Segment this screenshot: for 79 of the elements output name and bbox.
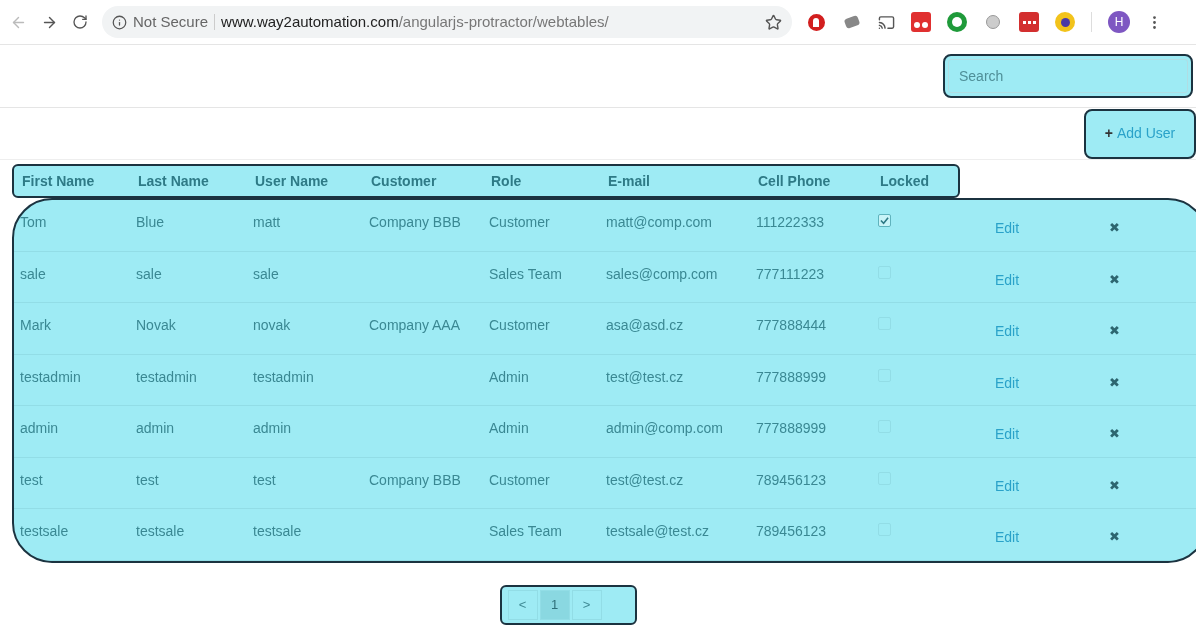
previous-page-button[interactable]: < xyxy=(507,589,538,620)
table-cell: Sales Team xyxy=(489,265,562,282)
table-cell: test@test.cz xyxy=(606,368,684,385)
locked-checkbox[interactable] xyxy=(878,214,891,227)
table-cell: Customer xyxy=(489,471,550,488)
search-field[interactable]: Search xyxy=(948,59,1188,93)
table-cell: test xyxy=(136,471,159,488)
table-cell: admin xyxy=(20,420,59,436)
table-cell: Mark xyxy=(20,317,52,333)
table-cell: sales@comp.com xyxy=(606,265,718,282)
table-cell: Company BBB xyxy=(369,471,461,488)
table-cell: 777888444 xyxy=(756,317,827,333)
table-cell: admin xyxy=(253,420,292,436)
column-header: Last Name xyxy=(138,171,210,191)
table-cell: sale xyxy=(20,265,46,282)
table-cell: Admin xyxy=(489,368,529,385)
table-cell: matt@comp.com xyxy=(606,214,712,230)
table-cell: Customer xyxy=(489,317,550,333)
info-icon xyxy=(112,14,127,30)
table-cell: test@test.cz xyxy=(606,471,684,488)
table-cell: testadmin xyxy=(136,368,197,385)
table-cell: sale xyxy=(253,265,279,282)
next-page-button[interactable]: > xyxy=(571,589,602,620)
table-cell: 777111223 xyxy=(756,265,824,282)
table-cell: Tom xyxy=(20,214,47,230)
dots-icon[interactable] xyxy=(1019,12,1039,32)
table-cell: Novak xyxy=(136,317,176,333)
table-cell: Blue xyxy=(136,214,165,230)
column-header: Locked xyxy=(880,171,930,191)
table-cell: matt xyxy=(253,214,281,230)
table-cell: sale xyxy=(136,265,162,282)
table-cell: admin@comp.com xyxy=(606,420,723,436)
check-icon xyxy=(880,216,889,225)
squares-icon[interactable] xyxy=(911,12,931,32)
column-header: Role xyxy=(491,171,523,191)
column-header: E-mail xyxy=(608,171,651,191)
address-bar[interactable]: Not Secure www.way2automation.com/angularjs-protractor/webtables/ xyxy=(102,6,792,38)
delete-button[interactable]: ✖ xyxy=(1109,269,1120,289)
table-cell: testsale xyxy=(20,523,69,539)
page-button[interactable]: 1 xyxy=(539,589,570,620)
table-cell: 111222333 xyxy=(756,214,824,230)
delete-button[interactable]: ✖ xyxy=(1109,475,1120,495)
table-cell: novak xyxy=(253,317,291,333)
table-cell: admin xyxy=(136,420,175,436)
column-header: User Name xyxy=(255,171,330,191)
column-header: Customer xyxy=(371,171,438,191)
delete-button[interactable]: ✖ xyxy=(1109,527,1120,547)
bookmark-star-icon[interactable] xyxy=(765,13,782,31)
profile-avatar[interactable]: H xyxy=(1108,11,1130,33)
table-cell: 789456123 xyxy=(756,471,827,488)
delete-button[interactable]: ✖ xyxy=(1109,424,1120,444)
delete-button[interactable]: ✖ xyxy=(1109,321,1120,341)
table-cell: testadmin xyxy=(253,368,314,385)
table-cell: Admin xyxy=(489,420,529,436)
table-cell: testsale xyxy=(136,523,185,539)
table-cell: asa@asd.cz xyxy=(606,317,684,333)
table-cell: 777888999 xyxy=(756,420,827,436)
table-cell: testsale xyxy=(253,523,302,539)
delete-button[interactable]: ✖ xyxy=(1109,372,1120,392)
url-text: www.way2automation.com/angularjs-protractor/webtables/ xyxy=(221,11,609,32)
table-cell: 789456123 xyxy=(756,523,827,539)
table-cell: test xyxy=(20,471,43,488)
table-cell: Customer xyxy=(489,214,550,230)
table-cell: Company AAA xyxy=(369,317,461,333)
column-header: First Name xyxy=(22,171,96,191)
column-header: Cell Phone xyxy=(758,171,832,191)
table-cell: testsale@test.cz xyxy=(606,523,709,539)
cast-icon[interactable] xyxy=(878,13,895,31)
security-label: Not Secure xyxy=(133,11,209,32)
reload-icon[interactable] xyxy=(72,14,88,30)
table-cell: testadmin xyxy=(20,368,81,385)
add-user-button[interactable]: + Add User xyxy=(1084,108,1196,159)
hand-icon[interactable] xyxy=(806,12,826,32)
delete-button[interactable]: ✖ xyxy=(1109,218,1120,238)
table-cell: Company BBB xyxy=(369,214,461,230)
table-cell: test xyxy=(253,471,276,488)
table-cell: 777888999 xyxy=(756,368,827,385)
table-cell: Sales Team xyxy=(489,523,562,539)
moon-icon[interactable] xyxy=(1055,12,1075,32)
